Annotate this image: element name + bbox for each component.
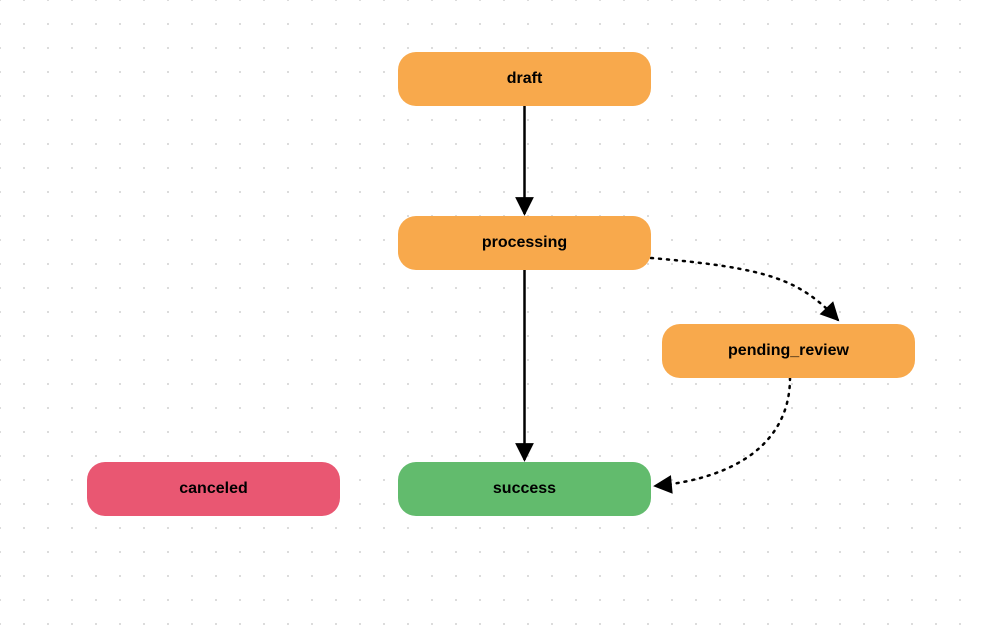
edge-processing-to-pending-review [651,258,838,320]
state-node-processing[interactable]: processing [398,216,651,270]
state-label: canceled [179,480,247,498]
state-node-draft[interactable]: draft [398,52,651,106]
state-node-success[interactable]: success [398,462,651,516]
edge-pending-review-to-success [655,378,790,486]
state-label: processing [482,234,567,252]
state-label: pending_review [728,342,849,360]
state-label: success [493,480,556,498]
state-node-canceled[interactable]: canceled [87,462,340,516]
state-label: draft [507,70,543,88]
diagram-canvas[interactable]: draft processing pending_review success … [0,0,981,644]
state-node-pending-review[interactable]: pending_review [662,324,915,378]
